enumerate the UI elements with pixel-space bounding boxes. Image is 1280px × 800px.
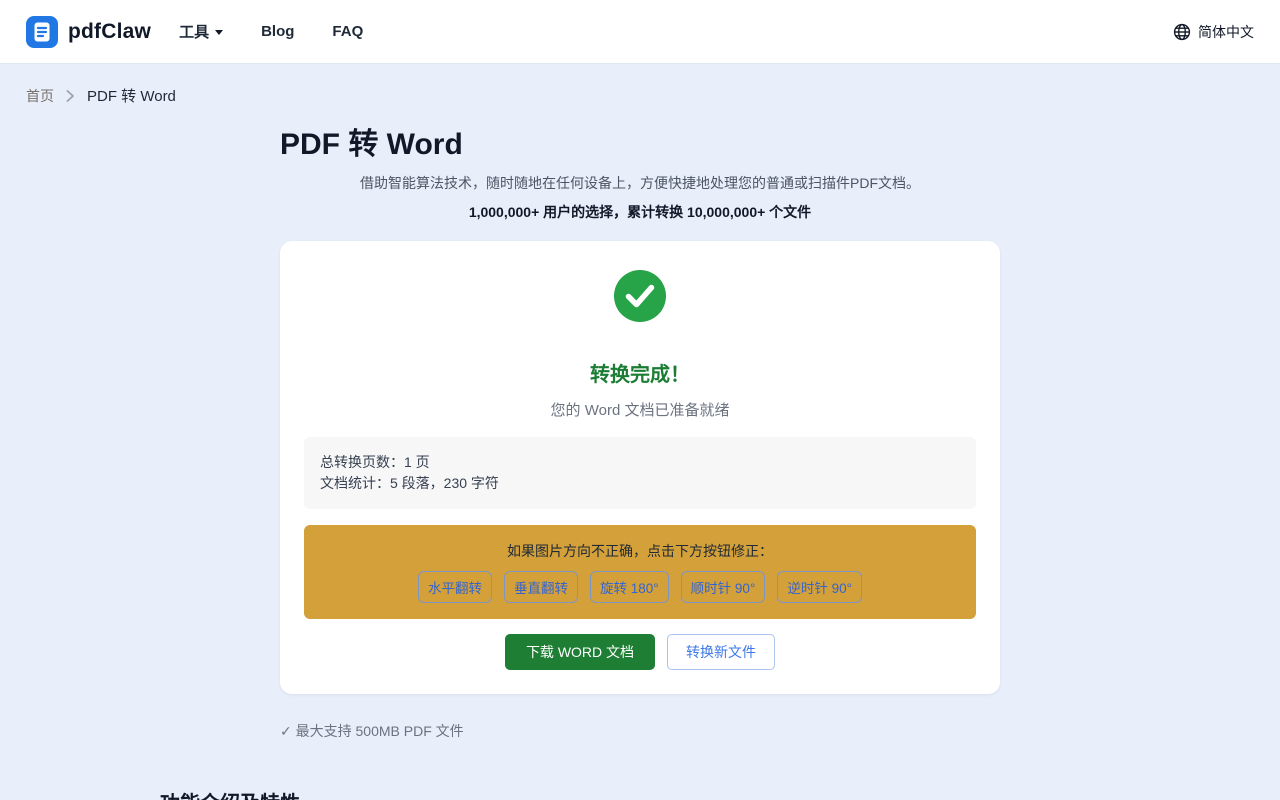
status-title: 转换完成！: [304, 358, 976, 387]
orientation-buttons: 水平翻转 垂直翻转 旋转 180° 顺时针 90° 逆时针 90°: [320, 571, 960, 603]
breadcrumb-current: PDF 转 Word: [87, 85, 176, 106]
nav-item-blog[interactable]: Blog: [261, 23, 294, 40]
orientation-panel: 如果图片方向不正确，点击下方按钮修正： 水平翻转 垂直翻转 旋转 180° 顺时…: [304, 525, 976, 619]
globe-icon: [1173, 23, 1191, 41]
nav-item-tools[interactable]: 工具: [179, 21, 223, 42]
app-logo-icon: [26, 16, 58, 48]
rotate-ccw-90-button[interactable]: 逆时针 90°: [777, 571, 862, 603]
conversion-stats: 总转换页数：1 页 文档统计：5 段落，230 字符: [304, 437, 976, 509]
page-title: PDF 转 Word: [280, 126, 1000, 164]
chevron-right-icon: [66, 89, 75, 103]
chevron-down-icon: [215, 30, 223, 35]
usage-stats: 1,000,000+ 用户的选择，累计转换 10,000,000+ 个文件: [280, 202, 1000, 222]
success-check-icon: [304, 270, 976, 322]
result-card: 转换完成！ 您的 Word 文档已准备就绪 总转换页数：1 页 文档统计：5 段…: [280, 241, 1000, 694]
conversion-stats-doc: 文档统计：5 段落，230 字符: [320, 473, 960, 494]
language-label: 简体中文: [1198, 22, 1254, 42]
rotate-180-button[interactable]: 旋转 180°: [590, 571, 669, 603]
page-subtitle: 借助智能算法技术，随时随地在任何设备上，方便快捷地处理您的普通或扫描件PDF文档…: [280, 173, 1000, 193]
flip-horizontal-button[interactable]: 水平翻转: [418, 571, 492, 603]
brand[interactable]: pdfClaw: [26, 16, 151, 48]
converter-main: PDF 转 Word 借助智能算法技术，随时随地在任何设备上，方便快捷地处理您的…: [280, 126, 1000, 741]
nav-item-tools-label: 工具: [179, 21, 209, 42]
features-heading: 功能介绍及特性: [160, 787, 1120, 800]
flip-vertical-button[interactable]: 垂直翻转: [504, 571, 578, 603]
status-subtitle: 您的 Word 文档已准备就绪: [304, 399, 976, 420]
result-actions: 下载 WORD 文档 转换新文件: [304, 634, 976, 670]
main-nav: 工具 Blog FAQ: [179, 21, 363, 42]
nav-item-faq[interactable]: FAQ: [332, 23, 363, 40]
download-word-button[interactable]: 下载 WORD 文档: [505, 634, 655, 670]
convert-new-file-button[interactable]: 转换新文件: [667, 634, 775, 670]
features-section: 功能介绍及特性: [160, 787, 1120, 800]
language-switcher[interactable]: 简体中文: [1173, 22, 1254, 42]
file-size-note: ✓ 最大支持 500MB PDF 文件: [280, 721, 1000, 741]
breadcrumb: 首页 PDF 转 Word: [0, 64, 1280, 106]
header: pdfClaw 工具 Blog FAQ 简体中文: [0, 0, 1280, 64]
breadcrumb-home[interactable]: 首页: [26, 86, 54, 106]
orientation-hint: 如果图片方向不正确，点击下方按钮修正：: [320, 541, 960, 561]
rotate-cw-90-button[interactable]: 顺时针 90°: [681, 571, 766, 603]
brand-name: pdfClaw: [68, 20, 151, 44]
conversion-stats-pages: 总转换页数：1 页: [320, 452, 960, 473]
